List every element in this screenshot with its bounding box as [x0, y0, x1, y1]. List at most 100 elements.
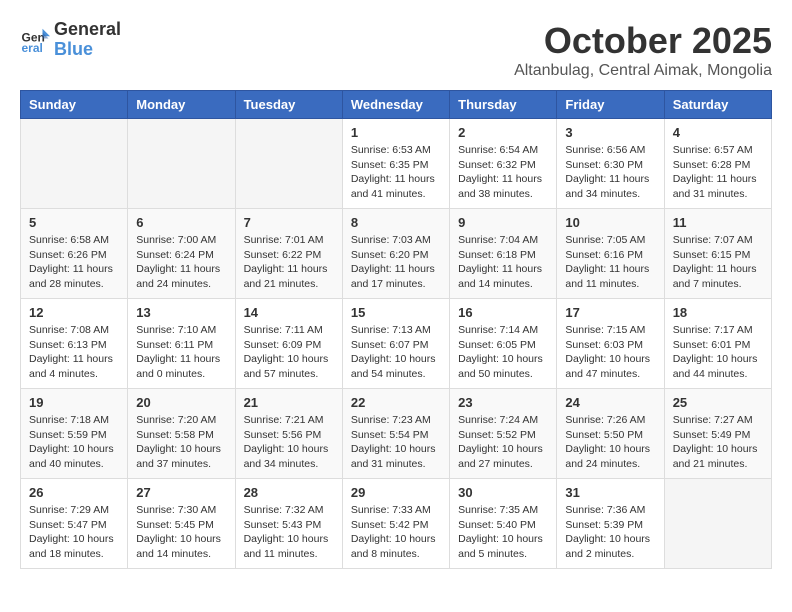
day-number: 12 [29, 305, 119, 320]
calendar-cell: 2 Sunrise: 6:54 AMSunset: 6:32 PMDaylight… [450, 119, 557, 209]
day-number: 10 [565, 215, 655, 230]
day-number: 13 [136, 305, 226, 320]
day-number: 11 [673, 215, 763, 230]
day-number: 25 [673, 395, 763, 410]
day-info: Sunrise: 7:30 AMSunset: 5:45 PMDaylight:… [136, 503, 226, 562]
day-number: 23 [458, 395, 548, 410]
day-number: 1 [351, 125, 441, 140]
day-info: Sunrise: 7:17 AMSunset: 6:01 PMDaylight:… [673, 323, 763, 382]
calendar-cell: 18Sunrise: 7:17 AMSunset: 6:01 PMDayligh… [664, 299, 771, 389]
day-number: 7 [244, 215, 334, 230]
calendar-cell: 13 Sunrise: 7:10 AMSunset: 6:11 PMDayligh… [128, 299, 235, 389]
day-number: 30 [458, 485, 548, 500]
day-info: Sunrise: 6:54 AMSunset: 6:32 PMDaylight:… [458, 143, 548, 202]
calendar-cell: 9 Sunrise: 7:04 AMSunset: 6:18 PMDaylight… [450, 209, 557, 299]
calendar-cell: 25Sunrise: 7:27 AMSunset: 5:49 PMDayligh… [664, 389, 771, 479]
weekday-header-tuesday: Tuesday [235, 91, 342, 119]
calendar-cell: 12 Sunrise: 7:08 AMSunset: 6:13 PMDayligh… [21, 299, 128, 389]
day-info: Sunrise: 7:15 AMSunset: 6:03 PMDaylight:… [565, 323, 655, 382]
calendar-cell [128, 119, 235, 209]
day-info: Sunrise: 6:56 AMSunset: 6:30 PMDaylight:… [565, 143, 655, 202]
calendar-cell: 27 Sunrise: 7:30 AMSunset: 5:45 PMDayligh… [128, 479, 235, 569]
title-area: October 2025 Altanbulag, Central Aimak, … [514, 20, 772, 80]
logo-general: General [54, 19, 121, 39]
day-info: Sunrise: 7:04 AMSunset: 6:18 PMDaylight:… [458, 233, 548, 292]
calendar-cell: 4 Sunrise: 6:57 AMSunset: 6:28 PMDaylight… [664, 119, 771, 209]
day-info: Sunrise: 6:58 AMSunset: 6:26 PMDaylight:… [29, 233, 119, 292]
calendar-cell [21, 119, 128, 209]
calendar-week-row: 5 Sunrise: 6:58 AMSunset: 6:26 PMDaylight… [21, 209, 772, 299]
day-number: 5 [29, 215, 119, 230]
calendar-cell: 15Sunrise: 7:13 AMSunset: 6:07 PMDayligh… [342, 299, 449, 389]
day-number: 24 [565, 395, 655, 410]
day-number: 16 [458, 305, 548, 320]
day-info: Sunrise: 7:26 AMSunset: 5:50 PMDaylight:… [565, 413, 655, 472]
day-info: Sunrise: 7:21 AMSunset: 5:56 PMDaylight:… [244, 413, 334, 472]
day-info: Sunrise: 7:10 AMSunset: 6:11 PMDaylight:… [136, 323, 226, 382]
location-title: Altanbulag, Central Aimak, Mongolia [514, 62, 772, 80]
day-number: 9 [458, 215, 548, 230]
day-info: Sunrise: 7:18 AMSunset: 5:59 PMDaylight:… [29, 413, 119, 472]
day-info: Sunrise: 7:32 AMSunset: 5:43 PMDaylight:… [244, 503, 334, 562]
calendar-cell: 31 Sunrise: 7:36 AMSunset: 5:39 PMDayligh… [557, 479, 664, 569]
calendar-week-row: 12 Sunrise: 7:08 AMSunset: 6:13 PMDayligh… [21, 299, 772, 389]
day-info: Sunrise: 7:35 AMSunset: 5:40 PMDaylight:… [458, 503, 548, 562]
calendar-cell: 16 Sunrise: 7:14 AMSunset: 6:05 PMDayligh… [450, 299, 557, 389]
day-info: Sunrise: 7:07 AMSunset: 6:15 PMDaylight:… [673, 233, 763, 292]
day-info: Sunrise: 7:08 AMSunset: 6:13 PMDaylight:… [29, 323, 119, 382]
day-number: 28 [244, 485, 334, 500]
calendar-cell: 22 Sunrise: 7:23 AMSunset: 5:54 PMDayligh… [342, 389, 449, 479]
day-number: 27 [136, 485, 226, 500]
calendar-cell: 29 Sunrise: 7:33 AMSunset: 5:42 PMDayligh… [342, 479, 449, 569]
calendar-cell: 3Sunrise: 6:56 AMSunset: 6:30 PMDaylight… [557, 119, 664, 209]
calendar-cell: 26Sunrise: 7:29 AMSunset: 5:47 PMDayligh… [21, 479, 128, 569]
weekday-header-saturday: Saturday [664, 91, 771, 119]
weekday-header-row: SundayMondayTuesdayWednesdayThursdayFrid… [21, 91, 772, 119]
day-info: Sunrise: 6:57 AMSunset: 6:28 PMDaylight:… [673, 143, 763, 202]
weekday-header-monday: Monday [128, 91, 235, 119]
calendar-week-row: 1 Sunrise: 6:53 AMSunset: 6:35 PMDaylight… [21, 119, 772, 209]
calendar-cell: 6Sunrise: 7:00 AMSunset: 6:24 PMDaylight… [128, 209, 235, 299]
day-info: Sunrise: 6:53 AMSunset: 6:35 PMDaylight:… [351, 143, 441, 202]
day-info: Sunrise: 7:01 AMSunset: 6:22 PMDaylight:… [244, 233, 334, 292]
day-number: 31 [565, 485, 655, 500]
calendar-cell: 7 Sunrise: 7:01 AMSunset: 6:22 PMDaylight… [235, 209, 342, 299]
day-number: 8 [351, 215, 441, 230]
day-number: 17 [565, 305, 655, 320]
calendar-week-row: 19 Sunrise: 7:18 AMSunset: 5:59 PMDayligh… [21, 389, 772, 479]
day-number: 29 [351, 485, 441, 500]
calendar-cell: 8Sunrise: 7:03 AMSunset: 6:20 PMDaylight… [342, 209, 449, 299]
day-number: 4 [673, 125, 763, 140]
logo-icon: Gen eral [20, 25, 50, 55]
calendar-cell: 20 Sunrise: 7:20 AMSunset: 5:58 PMDayligh… [128, 389, 235, 479]
day-info: Sunrise: 7:33 AMSunset: 5:42 PMDaylight:… [351, 503, 441, 562]
calendar-cell: 23 Sunrise: 7:24 AMSunset: 5:52 PMDayligh… [450, 389, 557, 479]
day-number: 21 [244, 395, 334, 410]
day-number: 15 [351, 305, 441, 320]
calendar-cell: 21 Sunrise: 7:21 AMSunset: 5:56 PMDayligh… [235, 389, 342, 479]
calendar-cell: 24 Sunrise: 7:26 AMSunset: 5:50 PMDayligh… [557, 389, 664, 479]
calendar-table: SundayMondayTuesdayWednesdayThursdayFrid… [20, 90, 772, 569]
day-info: Sunrise: 7:23 AMSunset: 5:54 PMDaylight:… [351, 413, 441, 472]
day-info: Sunrise: 7:36 AMSunset: 5:39 PMDaylight:… [565, 503, 655, 562]
day-info: Sunrise: 7:14 AMSunset: 6:05 PMDaylight:… [458, 323, 548, 382]
day-number: 22 [351, 395, 441, 410]
calendar-cell: 17 Sunrise: 7:15 AMSunset: 6:03 PMDayligh… [557, 299, 664, 389]
svg-text:eral: eral [22, 41, 43, 55]
weekday-header-sunday: Sunday [21, 91, 128, 119]
day-info: Sunrise: 7:05 AMSunset: 6:16 PMDaylight:… [565, 233, 655, 292]
weekday-header-wednesday: Wednesday [342, 91, 449, 119]
day-number: 26 [29, 485, 119, 500]
calendar-cell: 19 Sunrise: 7:18 AMSunset: 5:59 PMDayligh… [21, 389, 128, 479]
day-info: Sunrise: 7:20 AMSunset: 5:58 PMDaylight:… [136, 413, 226, 472]
calendar-week-row: 26Sunrise: 7:29 AMSunset: 5:47 PMDayligh… [21, 479, 772, 569]
day-info: Sunrise: 7:24 AMSunset: 5:52 PMDaylight:… [458, 413, 548, 472]
page-header: Gen eral General Blue October 2025 Altan… [20, 20, 772, 80]
day-info: Sunrise: 7:11 AMSunset: 6:09 PMDaylight:… [244, 323, 334, 382]
calendar-cell: 11 Sunrise: 7:07 AMSunset: 6:15 PMDayligh… [664, 209, 771, 299]
calendar-cell: 1 Sunrise: 6:53 AMSunset: 6:35 PMDaylight… [342, 119, 449, 209]
day-number: 6 [136, 215, 226, 230]
day-number: 20 [136, 395, 226, 410]
day-number: 19 [29, 395, 119, 410]
day-number: 2 [458, 125, 548, 140]
